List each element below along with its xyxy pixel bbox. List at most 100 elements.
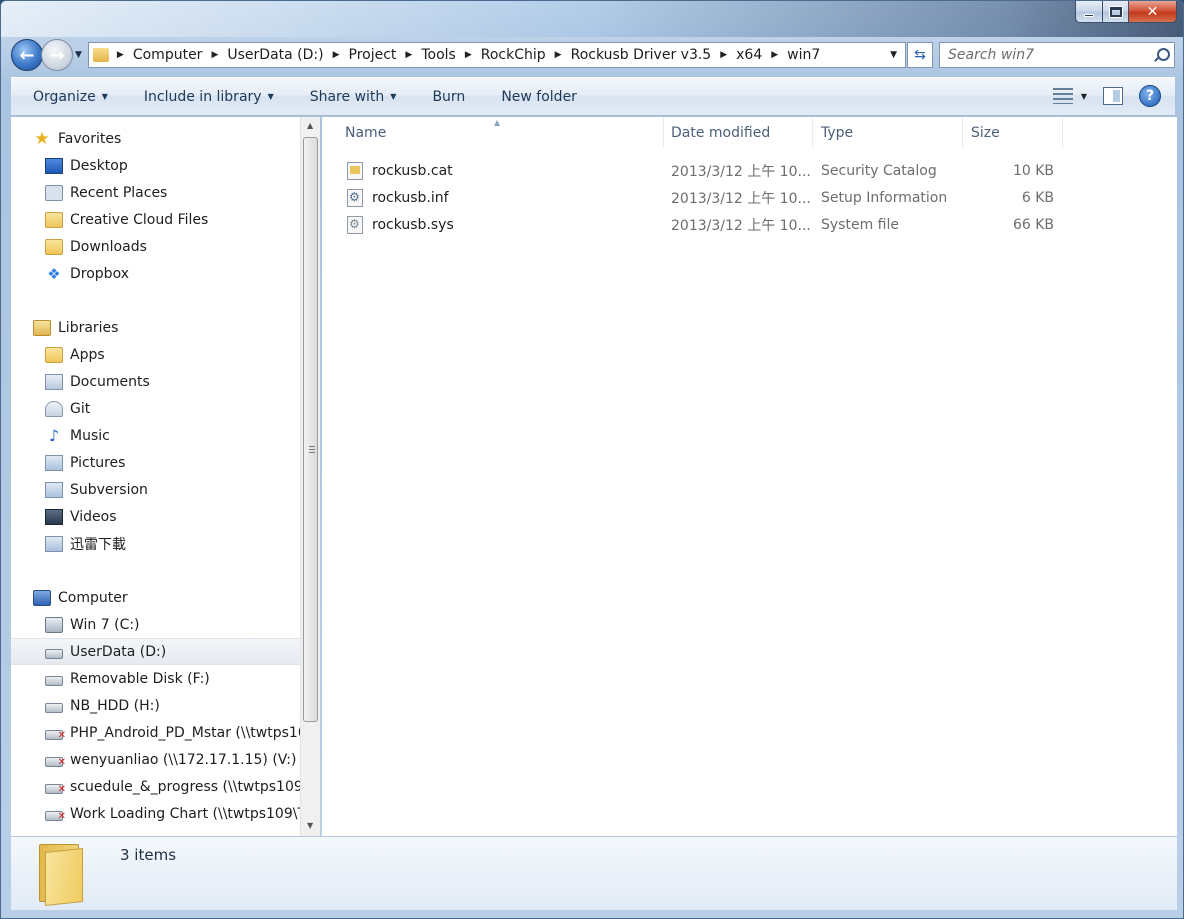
videos-icon xyxy=(45,508,63,525)
nav-header-computer[interactable]: Computer xyxy=(11,584,300,611)
scroll-up-icon[interactable]: ▲ xyxy=(307,121,313,130)
column-header-size[interactable]: Size xyxy=(963,117,1063,148)
breadcrumb-separator[interactable]: ▶ xyxy=(405,50,412,60)
breadcrumb-item[interactable]: Tools xyxy=(421,47,456,63)
security-catalog-icon xyxy=(347,161,363,180)
change-view-icon[interactable] xyxy=(1052,88,1073,104)
organize-label: Organize xyxy=(33,88,96,105)
nav-item-apps[interactable]: Apps xyxy=(11,341,300,368)
forward-button[interactable]: → xyxy=(41,39,73,71)
breadcrumb-separator[interactable]: ▶ xyxy=(211,50,218,60)
search-icon[interactable] xyxy=(1154,48,1170,62)
minimize-button[interactable] xyxy=(1075,1,1103,23)
nav-item-git[interactable]: Git xyxy=(11,395,300,422)
breadcrumb-separator[interactable]: ▶ xyxy=(555,50,562,60)
file-size: 6 KB xyxy=(1021,189,1054,206)
breadcrumb-item[interactable]: Rockusb Driver v3.5 xyxy=(571,47,712,63)
grip-icon xyxy=(309,446,315,454)
breadcrumb-separator[interactable]: ▶ xyxy=(771,50,778,60)
include-in-library-menu[interactable]: Include in library ▼ xyxy=(144,89,274,105)
caption-buttons: ✕ xyxy=(1075,1,1177,25)
breadcrumb-item[interactable]: UserData (D:) xyxy=(227,47,323,63)
breadcrumb-item[interactable]: Project xyxy=(349,47,397,63)
file-row[interactable]: rockusb.inf 2013/3/12 上午 10... Setup Inf… xyxy=(322,184,1062,211)
nav-label: UserData (D:) xyxy=(70,643,167,660)
item-count: 3 items xyxy=(120,846,177,864)
breadcrumb-item[interactable]: RockChip xyxy=(481,47,546,63)
nav-item-drive-d[interactable]: UserData (D:) xyxy=(11,638,300,665)
recent-pages-dropdown[interactable]: ▼ xyxy=(75,50,82,60)
title-bar[interactable] xyxy=(1,1,1183,37)
breadcrumb-separator[interactable]: ▶ xyxy=(720,50,727,60)
nav-item-drive-f[interactable]: Removable Disk (F:) xyxy=(11,665,300,692)
folder-icon xyxy=(45,346,63,363)
nav-item-drive-h[interactable]: NB_HDD (H:) xyxy=(11,692,300,719)
nav-item-network-drive[interactable]: wenyuanliao (\\172.17.1.15) (V:) xyxy=(11,746,300,773)
nav-item-network-drive[interactable]: PHP_Android_PD_Mstar (\\twtps10 xyxy=(11,719,300,746)
nav-item-network-drive[interactable]: Work Loading Chart (\\twtps109\TI xyxy=(11,800,300,827)
drive-icon xyxy=(45,702,63,713)
dropbox-icon: ❖ xyxy=(47,264,61,283)
column-header-date-modified[interactable]: Date modified xyxy=(663,117,813,148)
maximize-button[interactable] xyxy=(1103,1,1129,23)
nav-item-desktop[interactable]: Desktop xyxy=(11,152,300,179)
column-header-name[interactable]: Name xyxy=(337,117,664,148)
nav-item-pictures[interactable]: Pictures xyxy=(11,449,300,476)
new-folder-button[interactable]: New folder xyxy=(501,89,577,105)
nav-item-subversion[interactable]: Subversion xyxy=(11,476,300,503)
nav-header-libraries[interactable]: Libraries xyxy=(11,314,300,341)
nav-header-favorites[interactable]: ★ Favorites xyxy=(11,125,300,152)
breadcrumb-separator[interactable]: ▶ xyxy=(465,50,472,60)
command-bar: Organize ▼ Include in library ▼ Share with… xyxy=(11,77,1175,116)
file-name: rockusb.sys xyxy=(372,216,454,233)
views-dropdown[interactable]: ▼ xyxy=(1081,92,1087,101)
breadcrumb-separator[interactable]: ▶ xyxy=(117,50,124,60)
address-bar[interactable]: ▶ Computer ▶ UserData (D:) ▶ Project ▶ T… xyxy=(87,42,906,68)
preview-pane-icon[interactable] xyxy=(1103,87,1123,105)
file-date: 2013/3/12 上午 10... xyxy=(671,163,811,180)
breadcrumb-separator[interactable]: ▶ xyxy=(333,50,340,60)
nav-item-dropbox[interactable]: ❖ Dropbox xyxy=(11,260,300,287)
navigation-scrollbar[interactable]: ▲ ▼ xyxy=(300,117,320,836)
address-history-dropdown[interactable]: ▼ xyxy=(890,50,897,60)
file-name-cell: rockusb.inf xyxy=(347,188,449,207)
nav-item-videos[interactable]: Videos xyxy=(11,503,300,530)
close-button[interactable]: ✕ xyxy=(1129,1,1177,23)
burn-button[interactable]: Burn xyxy=(432,89,465,105)
scroll-down-icon[interactable]: ▼ xyxy=(307,821,313,830)
navigation-pane: ★ Favorites Desktop Recent Places Creati… xyxy=(11,117,300,836)
nav-item-documents[interactable]: Documents xyxy=(11,368,300,395)
nav-item-downloads[interactable]: Downloads xyxy=(11,233,300,260)
forward-arrow-icon: → xyxy=(49,44,65,66)
file-row[interactable]: rockusb.sys 2013/3/12 上午 10... System fi… xyxy=(322,211,1062,238)
folder-icon xyxy=(39,844,85,906)
breadcrumb-item[interactable]: x64 xyxy=(736,47,762,63)
refresh-button[interactable]: ⇆ xyxy=(907,42,933,68)
scrollbar-thumb[interactable] xyxy=(303,137,318,722)
maximize-icon xyxy=(1108,5,1123,18)
nav-item-creative-cloud-files[interactable]: Creative Cloud Files xyxy=(11,206,300,233)
search-input[interactable] xyxy=(948,47,1138,63)
file-size: 66 KB xyxy=(1012,216,1054,233)
computer-icon xyxy=(33,589,51,606)
column-header-type[interactable]: Type xyxy=(813,117,963,148)
nav-label: Win 7 (C:) xyxy=(70,616,140,633)
windows-drive-icon xyxy=(45,616,63,633)
file-row[interactable]: rockusb.cat 2013/3/12 上午 10... Security … xyxy=(322,157,1062,184)
breadcrumb-item[interactable]: Computer xyxy=(133,47,203,63)
organize-menu[interactable]: Organize ▼ xyxy=(33,89,108,105)
nav-item-music[interactable]: ♪ Music xyxy=(11,422,300,449)
help-icon[interactable]: ? xyxy=(1139,85,1161,107)
nav-item-drive-c[interactable]: Win 7 (C:) xyxy=(11,611,300,638)
nav-item-recent-places[interactable]: Recent Places xyxy=(11,179,300,206)
nav-item-network-drive[interactable]: scuedule_&_progress (\\twtps109\S xyxy=(11,773,300,800)
file-date: 2013/3/12 上午 10... xyxy=(671,217,811,234)
share-with-menu[interactable]: Share with ▼ xyxy=(310,89,397,105)
back-button[interactable]: ← xyxy=(11,39,43,71)
nav-label: scuedule_&_progress (\\twtps109\S xyxy=(70,778,300,795)
nav-label: Removable Disk (F:) xyxy=(70,670,210,687)
music-icon: ♪ xyxy=(48,425,60,445)
column-label: Type xyxy=(821,124,854,141)
nav-item-xunlei-downloads[interactable]: 迅雷下載 xyxy=(11,530,300,557)
breadcrumb-item[interactable]: win7 xyxy=(787,47,820,63)
